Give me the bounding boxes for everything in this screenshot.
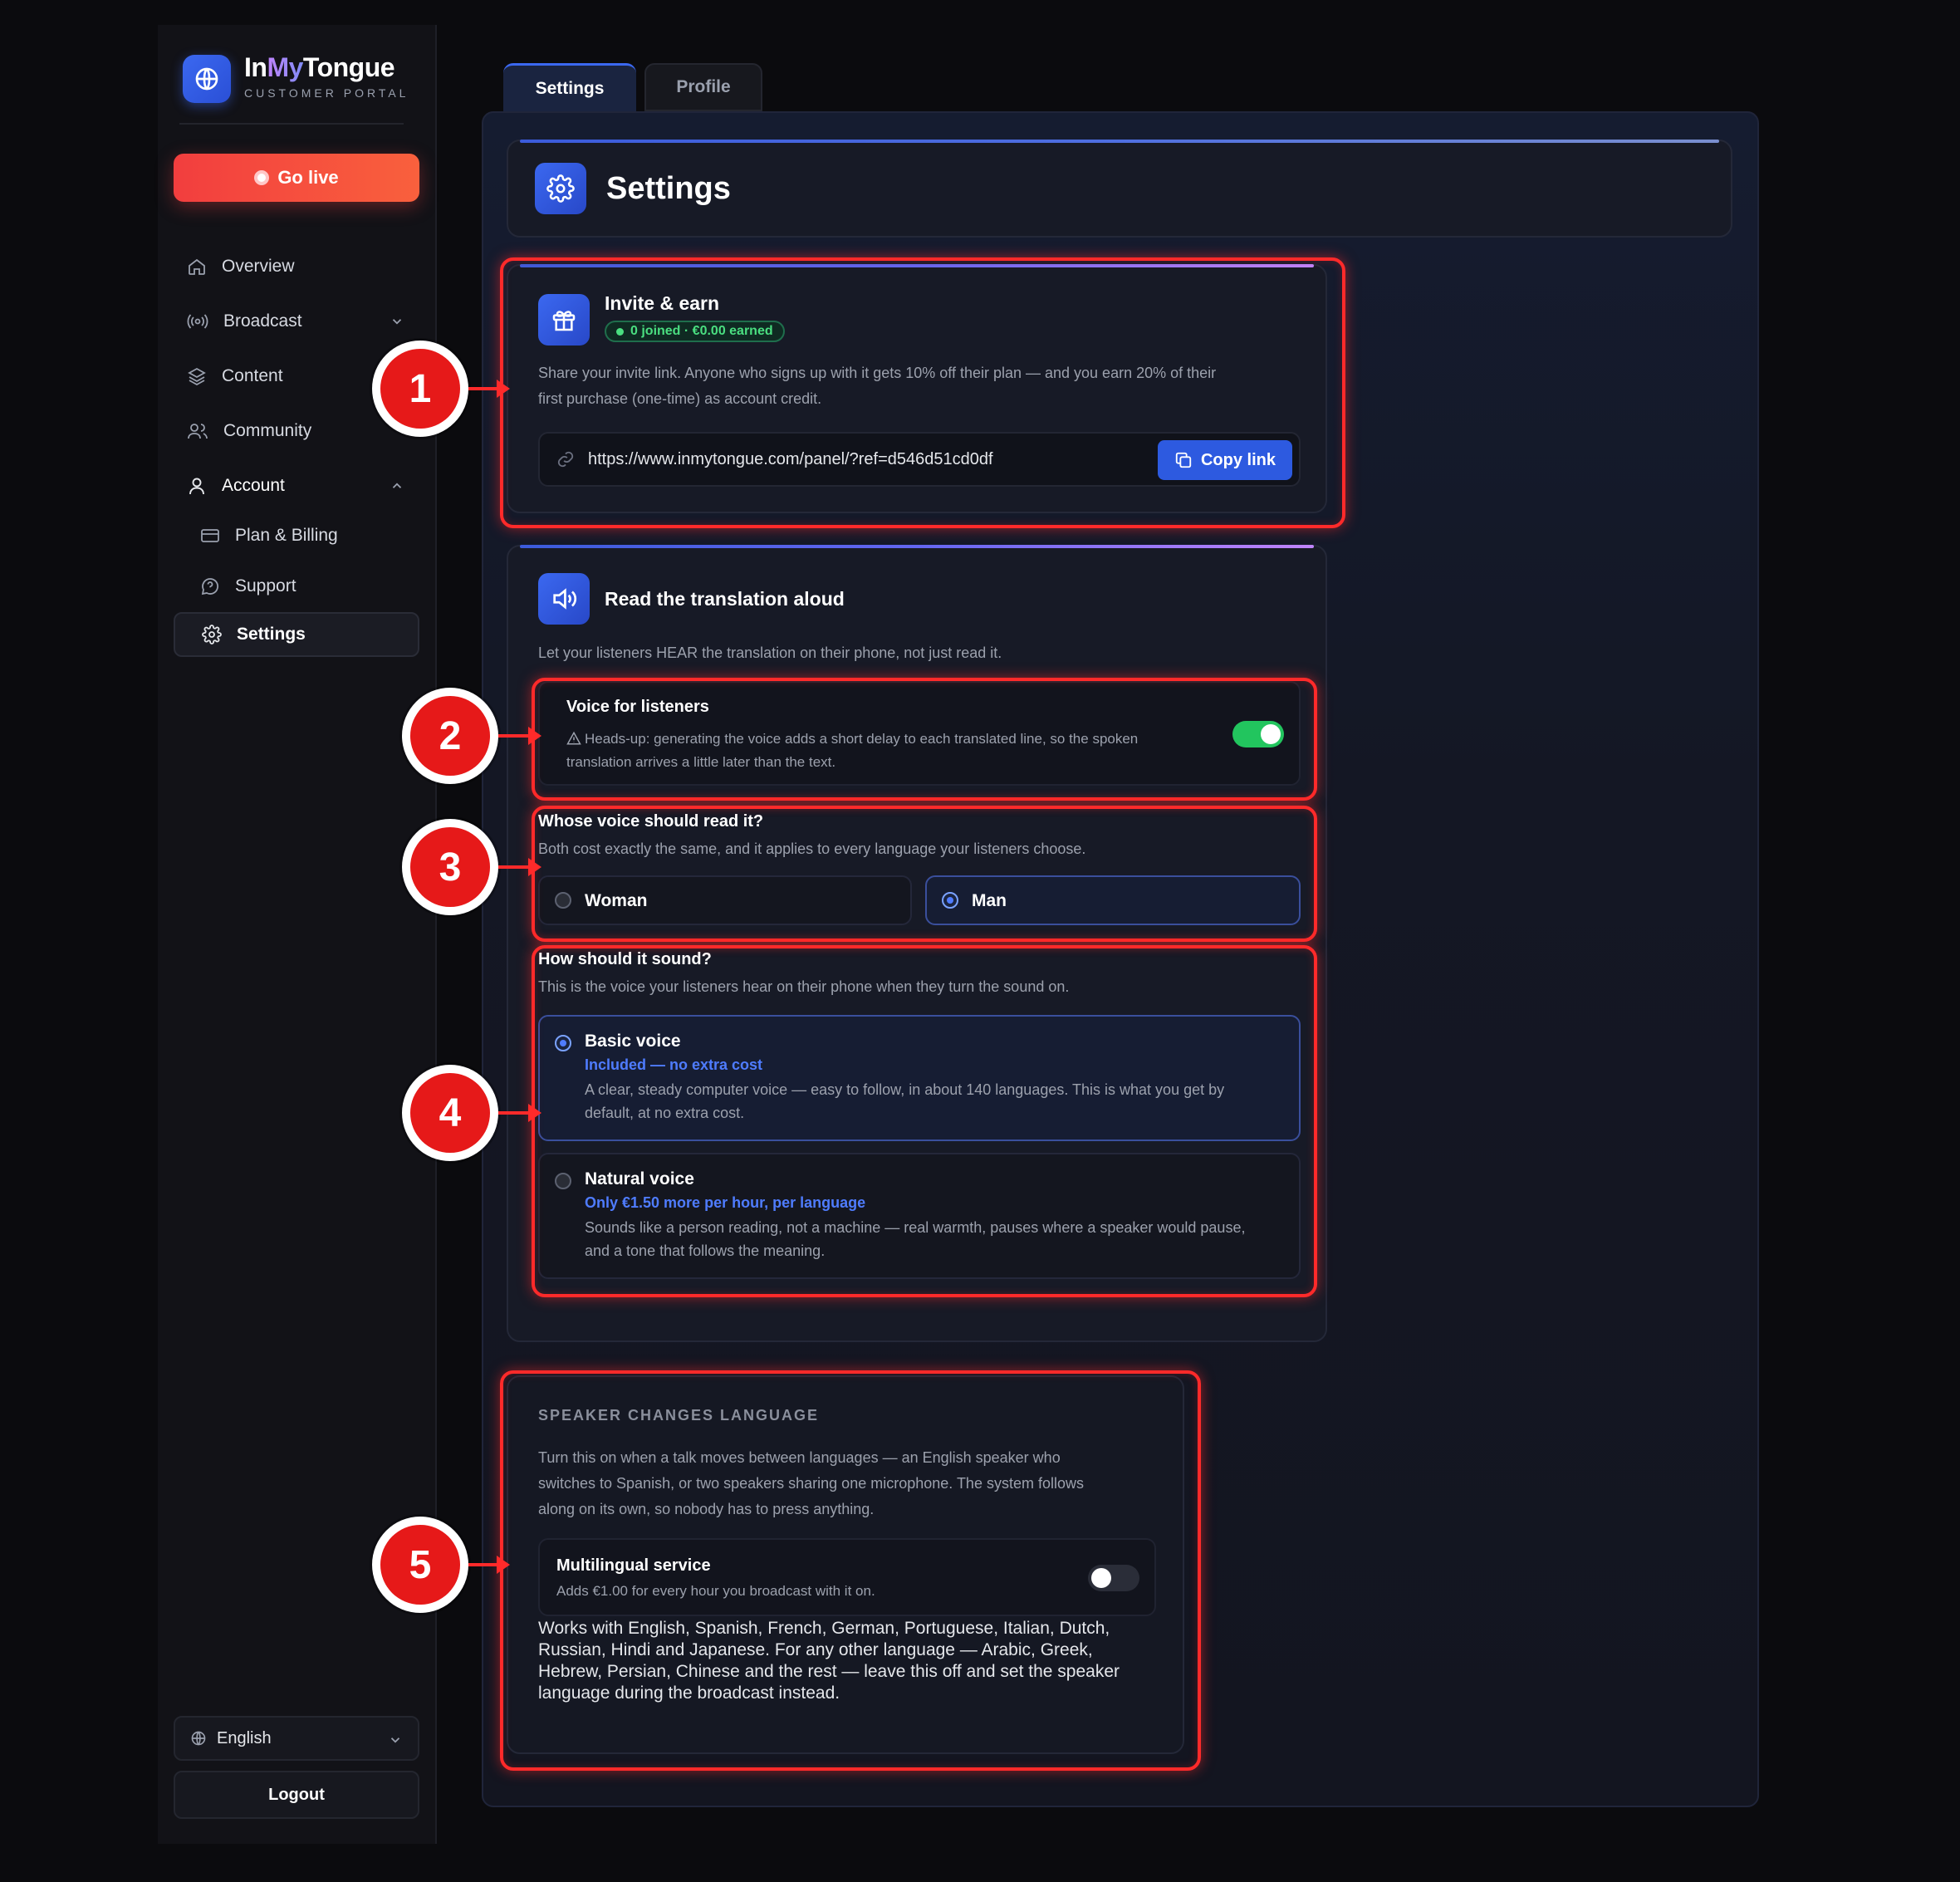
chevron-up-icon xyxy=(390,478,404,493)
highlight-box-5 xyxy=(500,1370,1201,1771)
highlight-box-3 xyxy=(532,806,1317,942)
go-live-button[interactable]: Go live xyxy=(174,154,419,202)
read-aloud-description: Let your listeners HEAR the translation … xyxy=(538,644,1002,661)
nav-account[interactable]: Account xyxy=(174,463,419,508)
home-icon xyxy=(187,257,207,277)
nav-settings[interactable]: Settings xyxy=(174,612,419,657)
users-icon xyxy=(187,421,208,441)
nav-plan-billing[interactable]: Plan & Billing xyxy=(174,513,419,558)
chevron-down-icon xyxy=(388,1733,403,1747)
speaker-icon xyxy=(538,573,590,625)
app-subtitle: CUSTOMER PORTAL xyxy=(244,86,409,100)
user-icon xyxy=(187,476,207,496)
annotation-marker-4: 4 xyxy=(402,1065,498,1161)
annotation-marker-5: 5 xyxy=(372,1517,468,1613)
annotation-arrow-5 xyxy=(468,1556,510,1574)
broadcast-icon xyxy=(187,311,208,331)
logout-button[interactable]: Logout xyxy=(174,1771,419,1819)
annotation-arrow-4 xyxy=(498,1104,541,1122)
gear-icon xyxy=(202,625,222,644)
settings-header: Settings xyxy=(507,140,1732,238)
annotation-arrow-1 xyxy=(468,380,510,398)
language-select[interactable]: English xyxy=(174,1716,419,1761)
nav-support[interactable]: Support xyxy=(174,564,419,609)
globe-icon xyxy=(183,55,231,103)
chat-icon xyxy=(200,576,220,596)
app-name: InMyTongue xyxy=(244,52,395,82)
annotation-marker-2: 2 xyxy=(402,688,498,784)
read-aloud-title: Read the translation aloud xyxy=(605,588,845,610)
annotation-marker-1: 1 xyxy=(372,341,468,437)
nav-overview[interactable]: Overview xyxy=(174,244,419,289)
highlight-box-1 xyxy=(500,257,1345,528)
gear-icon xyxy=(535,163,586,214)
chevron-down-icon xyxy=(390,314,404,329)
nav-broadcast[interactable]: Broadcast xyxy=(174,299,419,344)
highlight-box-4 xyxy=(532,945,1317,1297)
page-title: Settings xyxy=(606,171,731,206)
highlight-box-2 xyxy=(532,678,1317,801)
tab-settings[interactable]: Settings xyxy=(503,63,636,111)
layers-icon xyxy=(187,366,207,386)
annotation-arrow-3 xyxy=(498,858,541,876)
annotation-marker-3: 3 xyxy=(402,819,498,915)
credit-card-icon xyxy=(200,526,220,546)
tab-profile[interactable]: Profile xyxy=(644,63,762,111)
live-dot-icon xyxy=(254,170,270,185)
globe-icon xyxy=(190,1730,207,1747)
annotation-arrow-2 xyxy=(498,727,541,745)
divider xyxy=(179,123,404,125)
